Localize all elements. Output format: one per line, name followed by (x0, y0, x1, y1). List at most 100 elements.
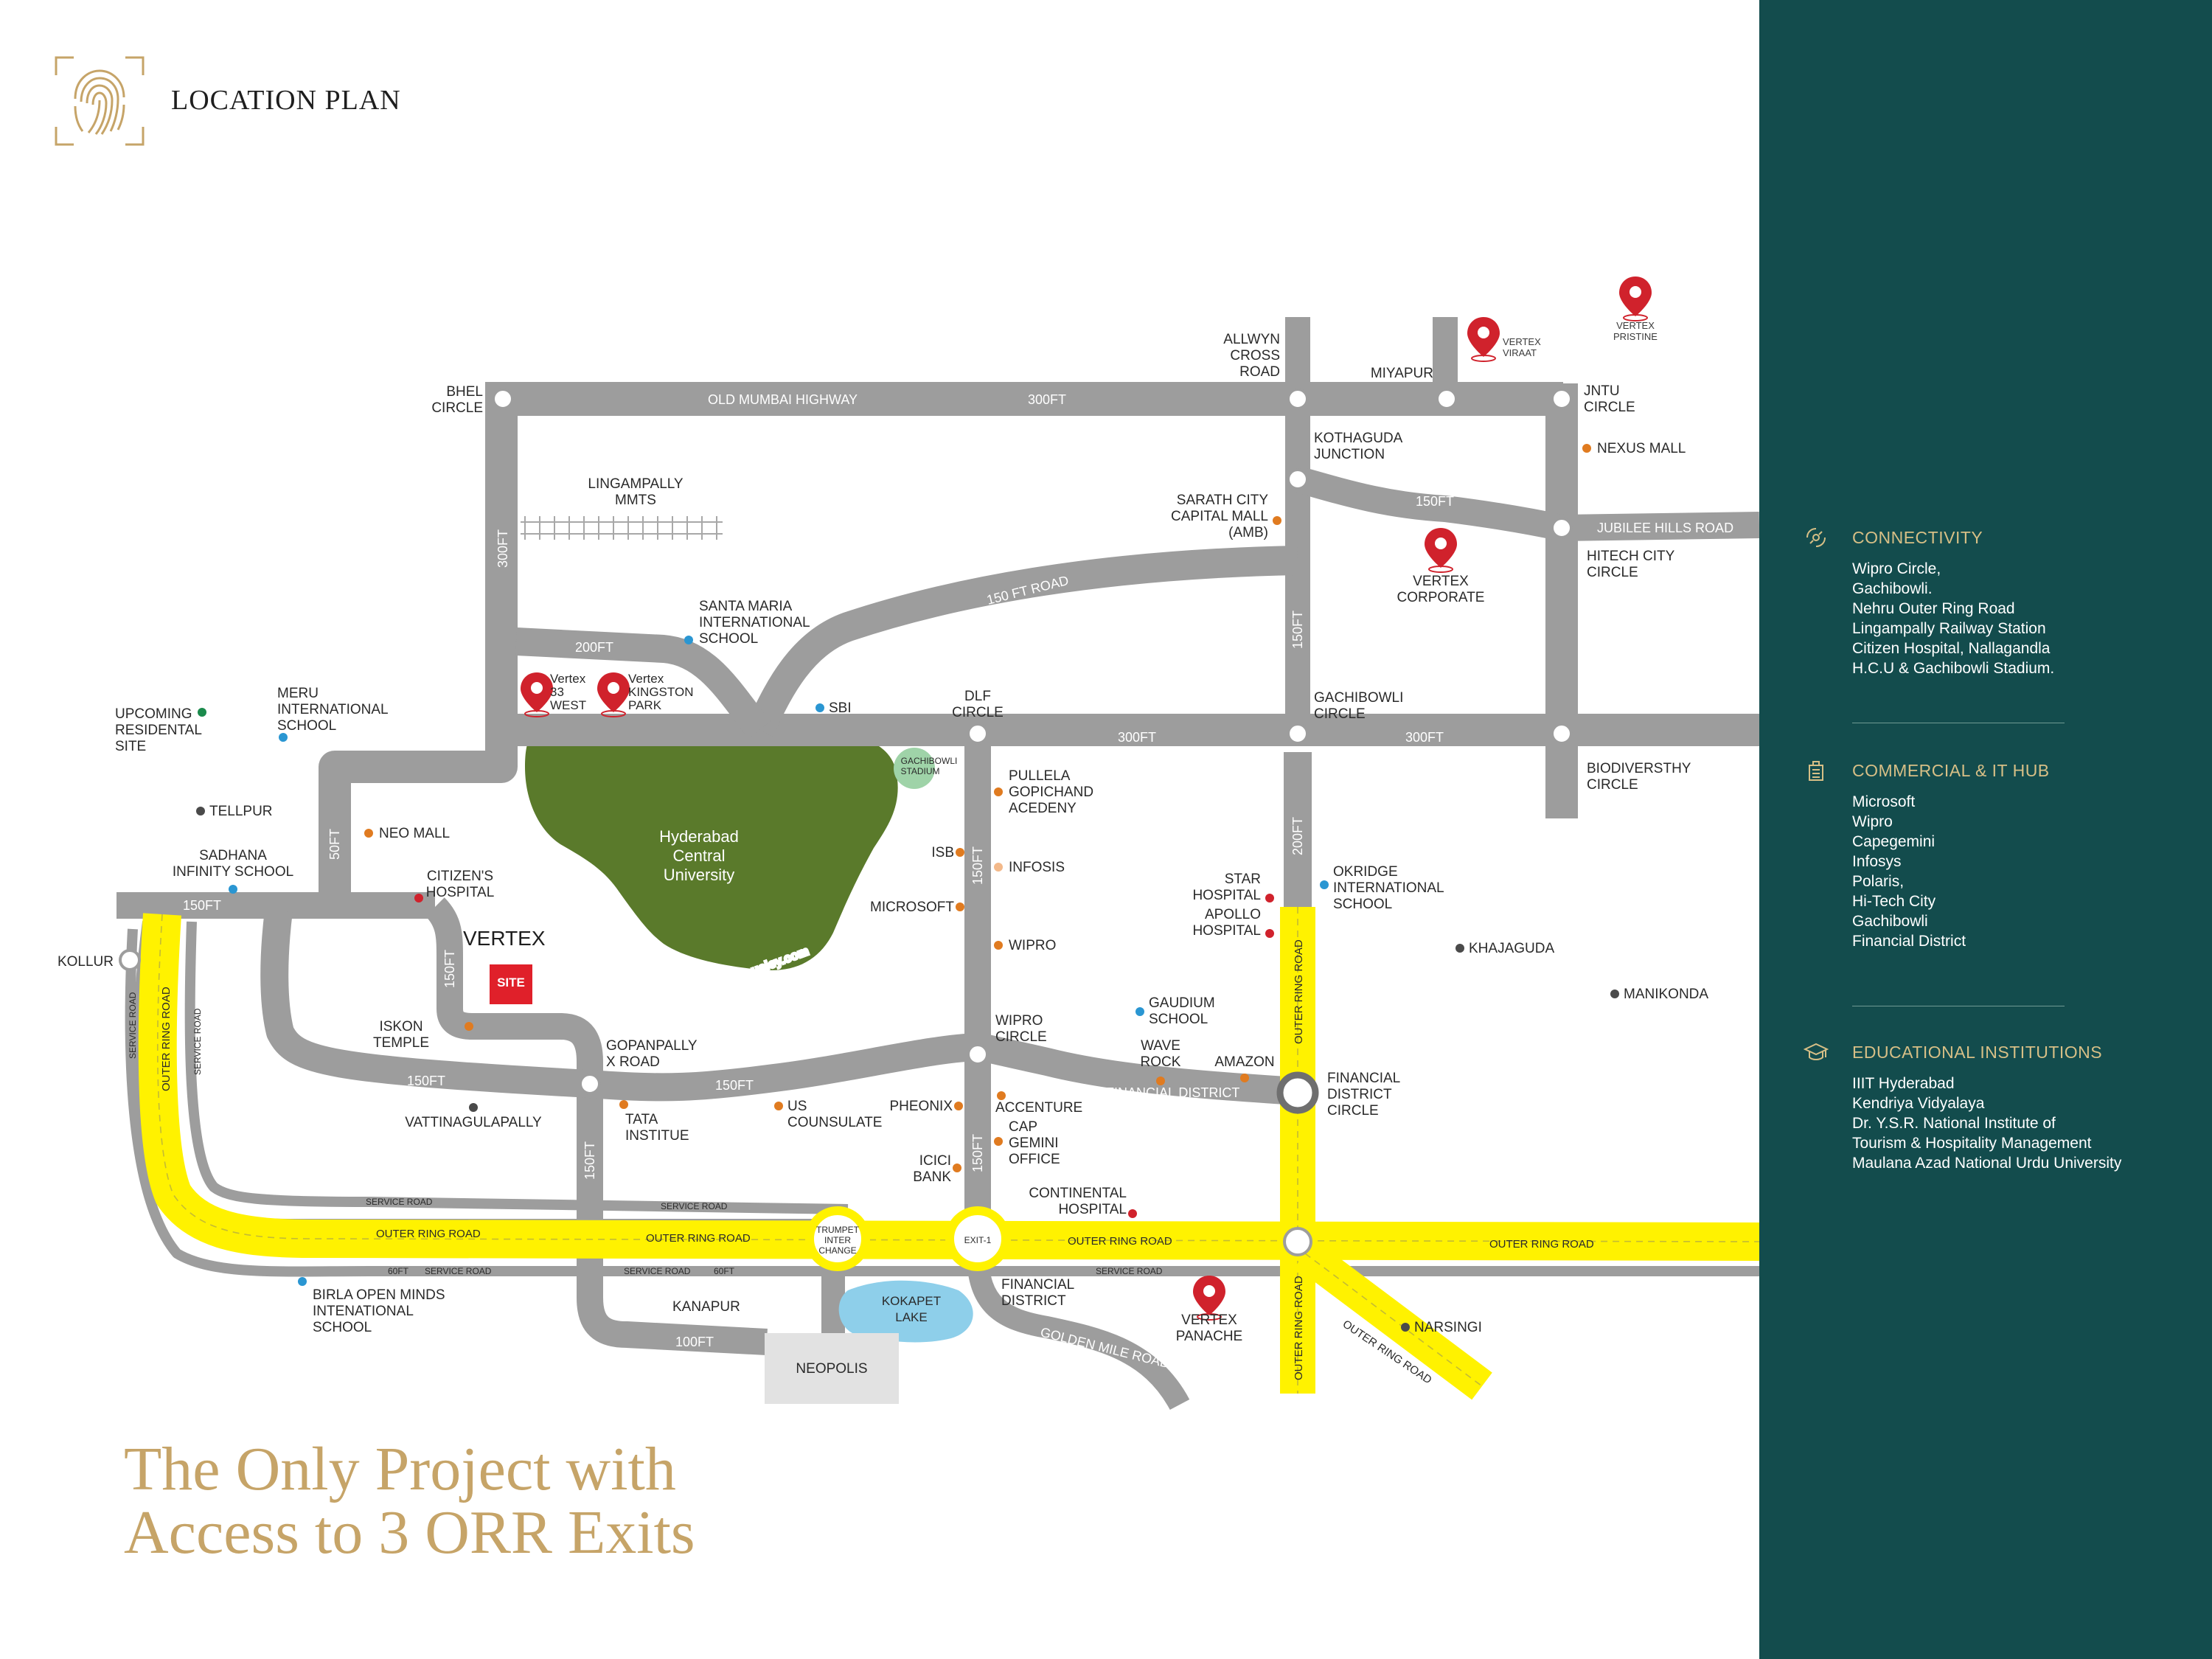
location-map: OLD MUMBAI HIGHWAY 300FT 300FT 150FT JUB… (58, 276, 1759, 1411)
label-line: BANK (913, 1169, 951, 1185)
section-items: IIIT Hyderabad Kendriya Vidyalaya Dr. Y.… (1852, 1074, 2121, 1173)
place-tellpur-dot (196, 807, 205, 815)
label-jubilee-hills-road: JUBILEE HILLS ROAD (1597, 521, 1733, 535)
pin-vertex-33-west[interactable] (520, 672, 554, 717)
label-line: BIRLA OPEN MINDS (313, 1287, 445, 1303)
label-300ft-left: 300FT (495, 529, 510, 568)
site-badge: SITE (497, 975, 525, 990)
place-narsingi-dot (1401, 1323, 1410, 1332)
label-line: KHAJAGUDA (1469, 941, 1554, 956)
label-line: HOSPITAL (426, 885, 495, 900)
label-line: ALLWYN (1223, 332, 1280, 347)
place-star-dot (1265, 894, 1274, 902)
label-orr-far-right: OUTER RING ROAD (1489, 1238, 1594, 1251)
place-okridge-dot (1320, 880, 1329, 889)
label-line: HITECH CITY (1587, 549, 1675, 564)
label-line: PULLELA (1009, 768, 1071, 784)
junction-gopanpally: GOPANPALLY X ROAD (606, 1038, 698, 1070)
junction-miyapur: MIYAPUR (1371, 366, 1433, 381)
place-wave-rock: WAVE ROCK (1141, 1038, 1181, 1070)
place-microsoft: MICROSOFT (870, 900, 954, 915)
label-line: US (787, 1099, 807, 1114)
place-santa-maria-dot (684, 636, 693, 644)
pin-vertex-kingston[interactable] (597, 672, 630, 717)
label-line: OFFICE (1009, 1152, 1060, 1167)
pin-vertex-viraat[interactable] (1467, 316, 1500, 362)
label-line: APOLLO (1205, 907, 1261, 922)
label-line: INSTITUE (625, 1128, 689, 1144)
place-tata-dot (619, 1100, 628, 1109)
label-line: CIRCLE (952, 705, 1004, 720)
label-line: CIRCLE (431, 400, 483, 416)
pin-vertex-pristine[interactable] (1618, 276, 1652, 321)
pin-vertex-corporate[interactable] (1424, 527, 1458, 573)
junction-kollur: KOLLUR (58, 954, 114, 970)
label-line: PANACHE (1176, 1329, 1242, 1344)
junction-wipro: WIPRO CIRCLE (995, 1013, 1047, 1045)
label-line: INFINITY SCHOOL (173, 864, 293, 880)
label-150ft-kollur: 150FT (183, 898, 221, 913)
label-150ft-gopanpally-left: 150FT (407, 1074, 445, 1088)
place-isb-dot (956, 848, 964, 857)
place-amazon: AMAZON (1214, 1054, 1274, 1070)
label-line: WIPRO (995, 1013, 1043, 1029)
place-pullela: PULLELA GOPICHAND ACEDENY (1009, 768, 1093, 816)
place-vattinagulapally-dot (469, 1103, 478, 1112)
place-wipro-dot (994, 941, 1003, 950)
proj-panache: VERTEX PANACHE (1176, 1312, 1242, 1344)
section-title: CONNECTIVITY (1852, 528, 1983, 547)
label-line: SCHOOL (1149, 1012, 1208, 1027)
label-line: INFOSIS (1009, 860, 1065, 875)
place-gaudium: GAUDIUM SCHOOL (1149, 995, 1215, 1027)
label-line: KOLLUR (58, 954, 114, 970)
label-line: ISKON (379, 1019, 422, 1034)
label-line: MANIKONDA (1624, 987, 1708, 1002)
label-line: MIYAPUR (1371, 366, 1433, 381)
fin-district-roundabout (1276, 1071, 1319, 1114)
label-line: MICROSOFT (870, 900, 954, 915)
label-service-road-vert1: SERVICE ROAD (128, 992, 138, 1059)
label-100ft: 100FT (675, 1335, 714, 1349)
legend-panel: CONNECTIVITY Wipro Circle, Gachibowli. N… (1759, 0, 2212, 1659)
label-service-road-1: SERVICE ROAD (366, 1197, 433, 1207)
label-150ft-vertex: 150FT (442, 950, 457, 988)
label-line: INTERNATIONAL (699, 615, 810, 630)
label-60ft-left: 60FT (388, 1266, 409, 1276)
page-title: LOCATION PLAN (171, 85, 401, 116)
label-line: WIPRO (1009, 938, 1056, 953)
place-microsoft-dot (956, 902, 964, 911)
label-line: SARATH CITY (1177, 493, 1269, 508)
label-service-road-3: SERVICE ROAD (425, 1266, 492, 1276)
place-birla: BIRLA OPEN MINDS INTENATIONAL SCHOOL (313, 1287, 445, 1335)
place-meru-dot (279, 733, 288, 742)
place-lingampally: LINGAMPALLY MMTS (588, 476, 684, 508)
label-line: FINANCIAL (1001, 1277, 1074, 1293)
label-line: OKRIDGE (1333, 864, 1398, 880)
label-line: KOTHAGUDA (1314, 431, 1403, 446)
place-sbi: SBI (829, 700, 852, 716)
place-wave-rock-dot (1156, 1077, 1165, 1085)
list-item: Lingampally Railway Station (1852, 620, 2046, 637)
label-line: CORPORATE (1397, 590, 1485, 605)
location-plan-page: OLD MUMBAI HIGHWAY 300FT 300FT 150FT JUB… (0, 0, 2212, 1659)
list-item: Wipro Circle, (1852, 560, 1941, 577)
place-continental: CONTINENTAL HOSPITAL (1029, 1186, 1127, 1217)
tagline-line-1: The Only Project with (124, 1435, 676, 1503)
place-apollo-dot (1265, 929, 1274, 938)
label-orr-mid: OUTER RING ROAD (646, 1232, 751, 1245)
list-item: Capegemini (1852, 833, 1935, 850)
junction-hitech: HITECH CITY CIRCLE (1587, 549, 1675, 580)
label-line: INTERNATIONAL (1333, 880, 1444, 896)
label-line: VERTEX (1616, 320, 1655, 331)
place-us-dot (774, 1102, 783, 1110)
label-line: GACHIBOWLI (1314, 690, 1403, 706)
section-items: Wipro Circle, Gachibowli. Nehru Outer Ri… (1852, 559, 2054, 678)
label-line: CIRCLE (1584, 400, 1635, 415)
proj-corporate: VERTEX CORPORATE (1397, 574, 1485, 605)
label-150ft-vertical-dlf: 150FT (970, 846, 985, 885)
place-pullela-dot (994, 787, 1003, 796)
list-item: Gachibowli (1852, 913, 1928, 930)
railway-track (521, 516, 723, 540)
label-service-road-5: SERVICE ROAD (1096, 1266, 1163, 1276)
place-meru: MERU INTERNATIONAL SCHOOL (277, 686, 389, 734)
